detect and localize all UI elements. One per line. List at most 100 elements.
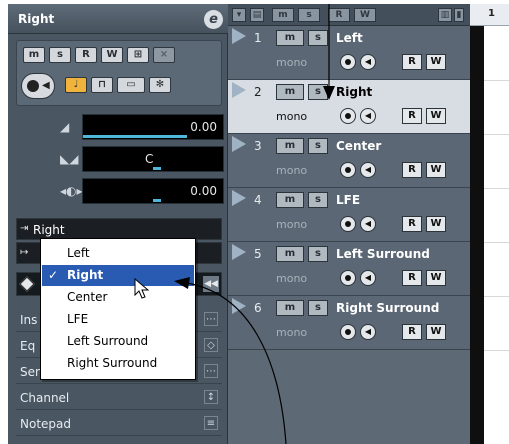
monitor-speaker-icon[interactable]: ◀ — [360, 324, 376, 340]
track-write-button[interactable]: W — [426, 54, 446, 70]
track-mute-button[interactable]: m — [276, 192, 304, 208]
menu-item-center[interactable]: Center — [42, 287, 194, 308]
track-expand-icon[interactable] — [232, 190, 246, 206]
track-row[interactable]: 5 m s Left Surround mono ◀ R W — [228, 242, 470, 296]
monitor-speaker-icon[interactable]: ◀ — [42, 80, 50, 91]
track-read-button[interactable]: R — [402, 216, 422, 232]
menu-item-right[interactable]: ✓ Right — [42, 265, 194, 286]
track-name[interactable]: LFE — [336, 193, 360, 207]
track-row[interactable]: 4 m s LFE mono ◀ R W — [228, 188, 470, 242]
record-enable-icon[interactable] — [340, 324, 356, 340]
track-expand-icon[interactable] — [232, 298, 246, 314]
track-channel-mode: mono — [276, 110, 308, 123]
track-write-button[interactable]: W — [426, 162, 446, 178]
record-enable-icon[interactable] — [340, 162, 356, 178]
section-channel[interactable]: Channel ↕ — [16, 386, 222, 410]
disabled-icon[interactable]: ⨯ — [153, 47, 175, 63]
track-read-button[interactable]: R — [402, 162, 422, 178]
global-write-button[interactable]: W — [354, 8, 376, 22]
track-height-icon[interactable]: ▮ — [454, 8, 464, 22]
menu-item-left-surround[interactable]: Left Surround — [42, 331, 194, 352]
menu-item-label: Right — [67, 268, 104, 282]
track-name[interactable]: Right Surround — [336, 301, 439, 315]
pan-field[interactable]: C — [82, 146, 224, 172]
inspector-title-bar[interactable]: Right e — [8, 4, 228, 34]
track-read-button[interactable]: R — [402, 324, 422, 340]
track-name[interactable]: Right — [336, 85, 372, 99]
track-row[interactable]: 6 m s Right Surround mono ◀ R W — [228, 296, 470, 350]
delay-value: 0.00 — [190, 184, 217, 198]
record-enable-icon[interactable] — [340, 108, 356, 124]
track-mute-button[interactable]: m — [276, 138, 304, 154]
section-notepad[interactable]: Notepad ≡ — [16, 412, 222, 436]
freeze-icon[interactable]: ✻ — [149, 77, 171, 93]
track-expand-icon[interactable] — [232, 244, 246, 260]
track-row[interactable]: 2 m s Right mono ◀ R W — [228, 80, 470, 134]
write-automation-button[interactable]: W — [101, 47, 123, 63]
menu-item-left[interactable]: Left — [42, 243, 194, 264]
track-write-button[interactable]: W — [426, 324, 446, 340]
track-mute-button[interactable]: m — [276, 30, 304, 46]
track-write-button[interactable]: W — [426, 216, 446, 232]
lock-icon[interactable]: ⊓ — [91, 77, 113, 93]
volume-value: 0.00 — [190, 120, 217, 134]
lanes-icon[interactable]: ▭ — [117, 77, 145, 93]
global-mute-button[interactable]: m — [272, 8, 294, 22]
record-enable-icon[interactable] — [340, 270, 356, 286]
solo-button[interactable]: s — [49, 47, 71, 63]
monitor-speaker-icon[interactable]: ◀ — [360, 216, 376, 232]
folder-icon[interactable]: ▤ — [250, 8, 264, 22]
track-mute-button[interactable]: m — [276, 246, 304, 262]
collapse-icon[interactable]: ▾ — [232, 8, 246, 22]
delay-field[interactable]: 0.00 — [82, 178, 224, 204]
record-enable-icon[interactable] — [340, 54, 356, 70]
musical-note-icon[interactable]: ♩ — [65, 77, 87, 93]
track-width-icon[interactable]: ▥ — [438, 8, 452, 22]
read-automation-button[interactable]: R — [75, 47, 97, 63]
track-mute-button[interactable]: m — [276, 300, 304, 316]
monitor-speaker-icon[interactable]: ◀ — [360, 270, 376, 286]
track-read-button[interactable]: R — [402, 108, 422, 124]
track-read-button[interactable]: R — [402, 270, 422, 286]
global-read-button[interactable]: R — [328, 8, 350, 22]
track-solo-button[interactable]: s — [308, 246, 328, 262]
edit-channel-button[interactable]: e — [204, 10, 223, 29]
record-enable-icon[interactable] — [340, 216, 356, 232]
menu-item-lfe[interactable]: LFE — [42, 309, 194, 330]
monitor-speaker-icon[interactable]: ◀ — [360, 108, 376, 124]
track-expand-icon[interactable] — [232, 136, 246, 152]
track-solo-button[interactable]: s — [308, 192, 328, 208]
record-monitor-toggle[interactable]: ◀ — [21, 73, 55, 99]
track-lane-line — [484, 350, 509, 351]
track-expand-icon[interactable] — [232, 82, 246, 98]
track-name[interactable]: Left — [336, 31, 363, 45]
volume-field[interactable]: 0.00 — [82, 114, 224, 140]
monitor-speaker-icon[interactable]: ◀ — [360, 162, 376, 178]
track-channel-mode: mono — [276, 326, 308, 339]
record-enable-icon[interactable] — [27, 80, 39, 92]
track-row[interactable]: 1 m s Left mono ◀ R W — [228, 26, 470, 80]
track-mute-button[interactable]: m — [276, 84, 304, 100]
edit-instrument-icon[interactable]: ⊞ — [127, 47, 149, 63]
track-solo-button[interactable]: s — [308, 84, 328, 100]
track-expand-icon[interactable] — [232, 28, 246, 44]
track-solo-button[interactable]: s — [308, 300, 328, 316]
timeline-ruler[interactable]: 1 — [470, 4, 509, 26]
rewind-icon[interactable]: ◀◀ — [203, 276, 219, 292]
track-name[interactable]: Center — [336, 139, 381, 153]
pan-row: ◣◢ C — [8, 144, 228, 174]
mute-button[interactable]: m — [23, 47, 45, 63]
diamond-icon[interactable] — [19, 276, 35, 292]
track-name[interactable]: Left Surround — [336, 247, 430, 261]
input-routing-field[interactable]: ⇥ Right — [16, 218, 222, 240]
section-label: Notepad — [20, 417, 71, 431]
track-row[interactable]: 3 m s Center mono ◀ R W — [228, 134, 470, 188]
menu-item-right-surround[interactable]: Right Surround — [42, 353, 194, 374]
monitor-speaker-icon[interactable]: ◀ — [360, 54, 376, 70]
track-write-button[interactable]: W — [426, 108, 446, 124]
track-solo-button[interactable]: s — [308, 30, 328, 46]
track-write-button[interactable]: W — [426, 270, 446, 286]
global-solo-button[interactable]: s — [298, 8, 320, 22]
track-solo-button[interactable]: s — [308, 138, 328, 154]
track-read-button[interactable]: R — [402, 54, 422, 70]
